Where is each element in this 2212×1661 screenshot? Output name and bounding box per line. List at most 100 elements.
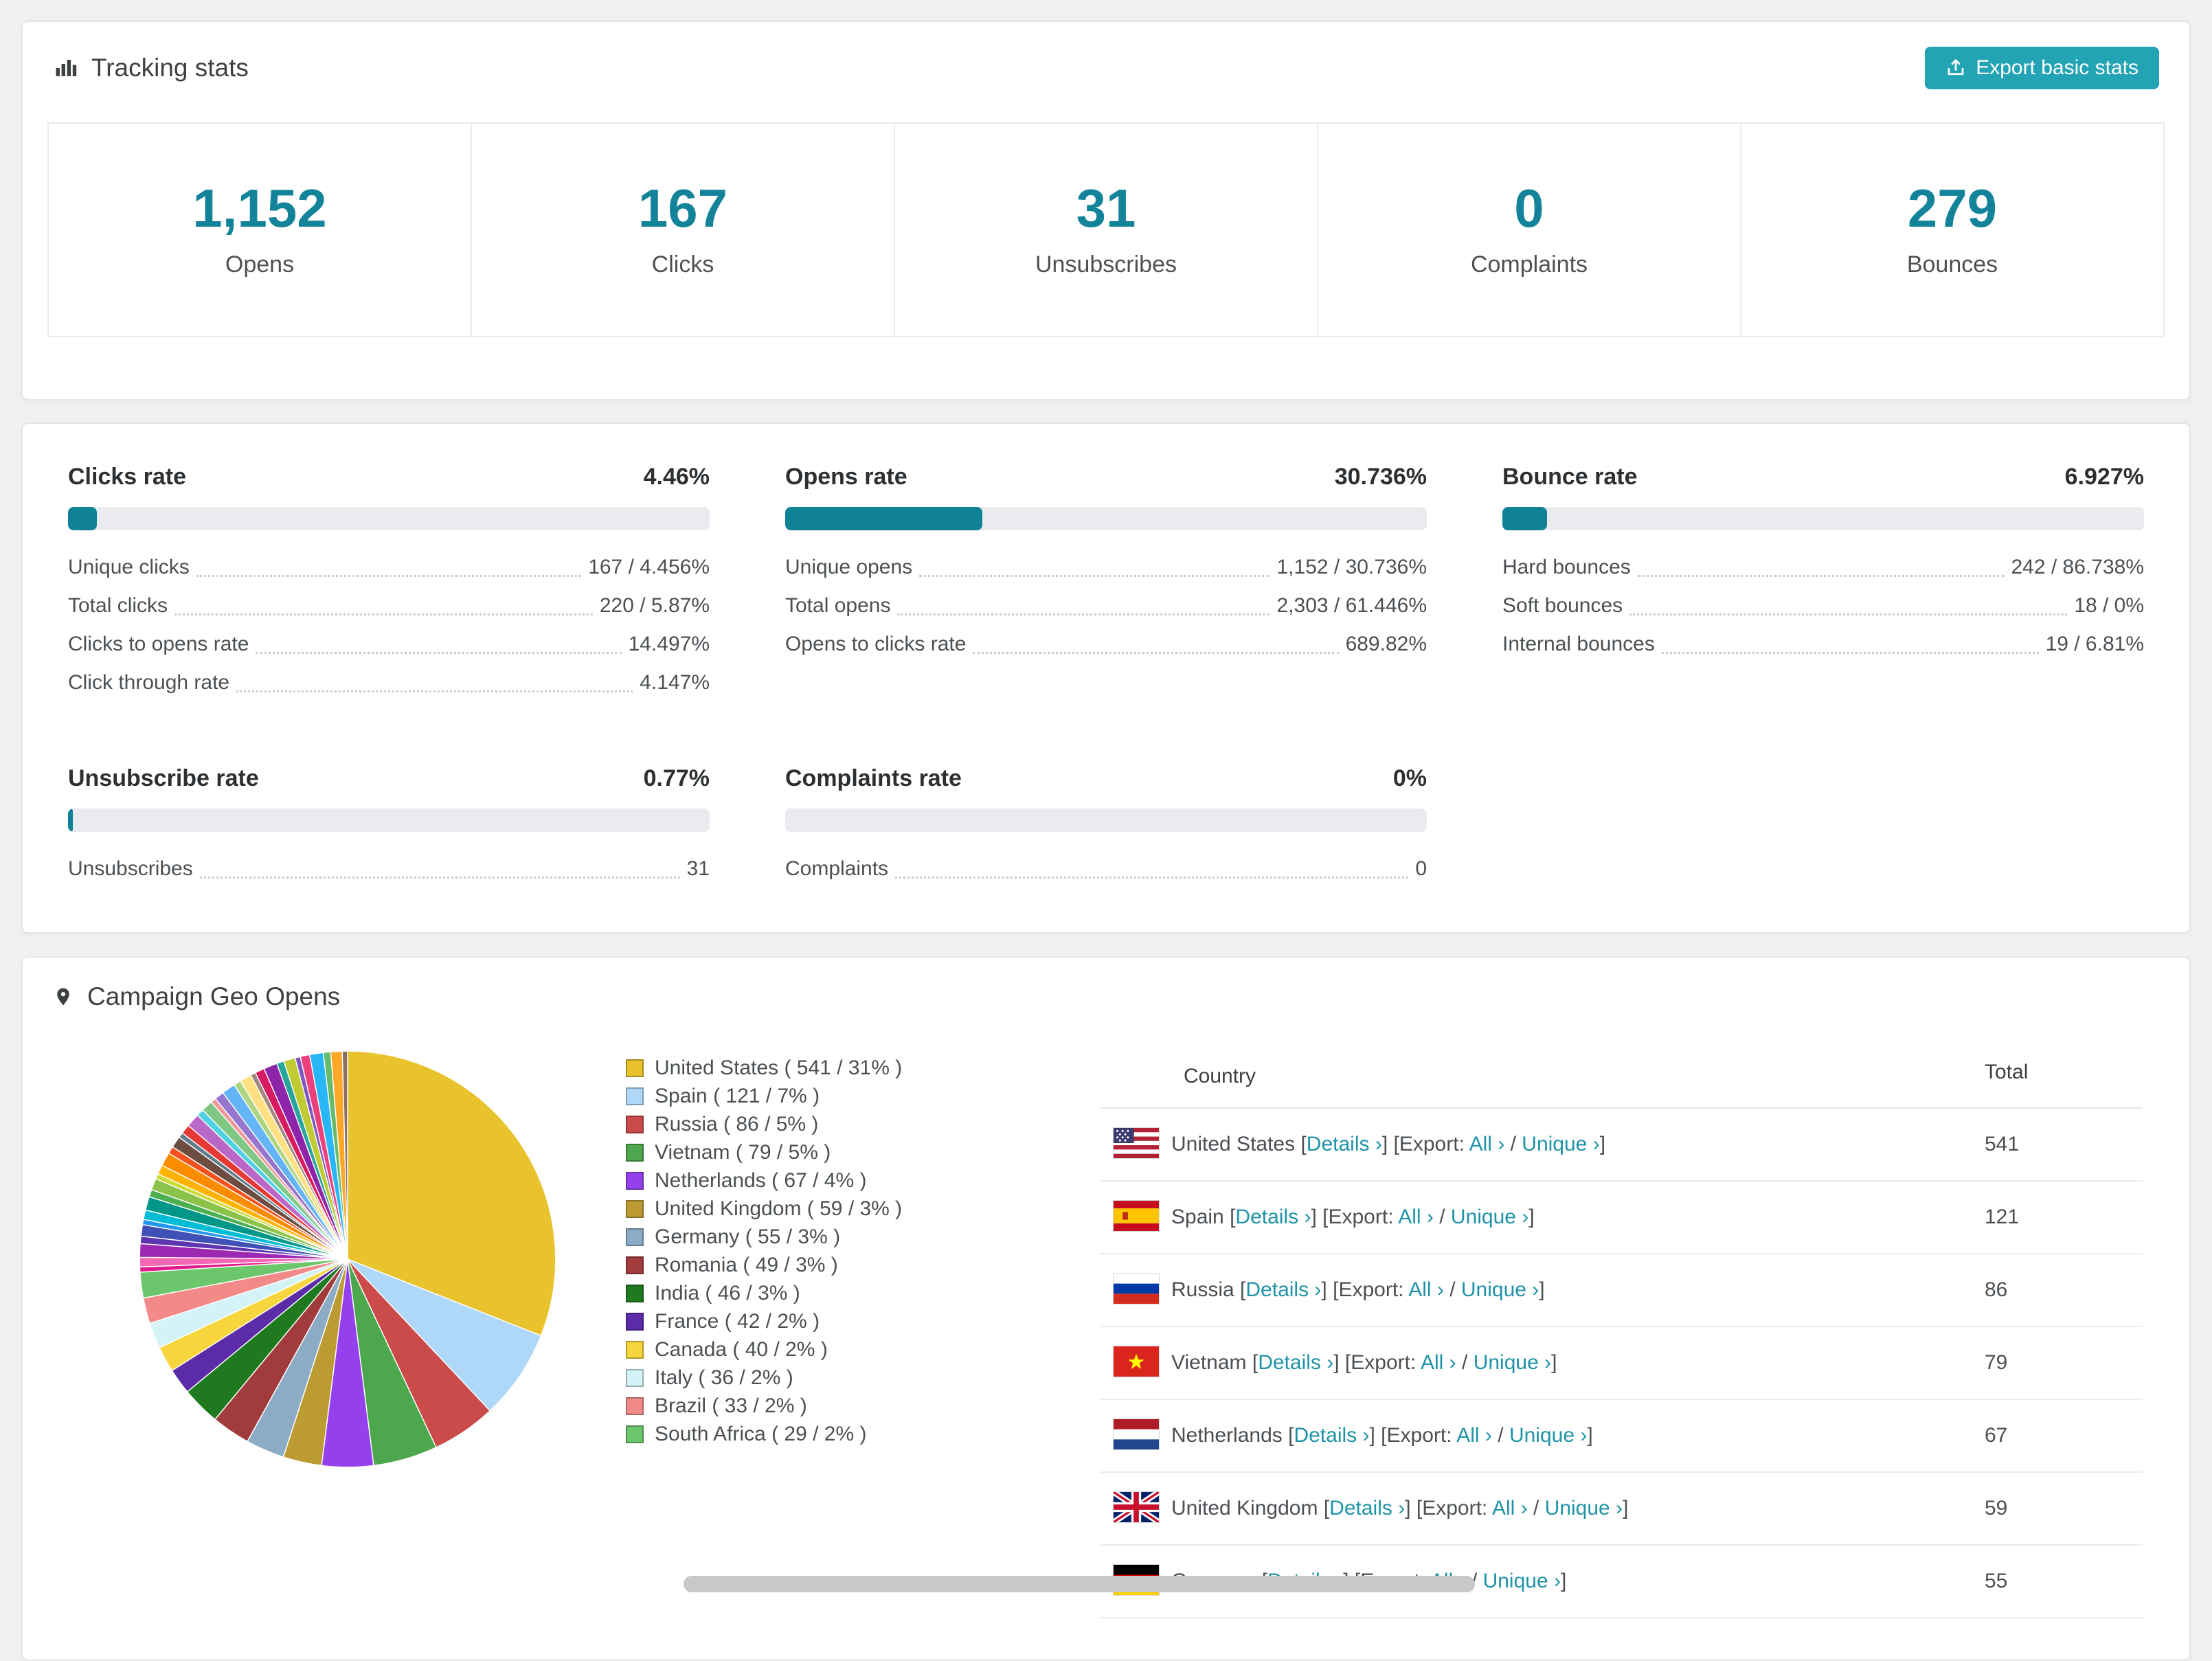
export-unique-link[interactable]: Unique › (1522, 1133, 1599, 1155)
bracket: ] (1321, 1278, 1327, 1301)
export-label: Export: (1351, 1351, 1417, 1374)
unsubscribe-rate-section: Unsubscribe rate 0.77% Unsubscribes 31 (68, 765, 710, 888)
legend-item: Canada ( 40 / 2% ) (626, 1335, 1100, 1364)
stat-complaints: 0 Complaints (1318, 124, 1741, 336)
export-basic-stats-button[interactable]: Export basic stats (1925, 47, 2159, 89)
table-row: Spain [Details ›] [Export: All › / Uniqu… (1100, 1182, 2143, 1254)
rate-stat-row: Unique opens 1,152 / 30.736% (785, 548, 1427, 587)
geo-pie-chart[interactable] (135, 1047, 560, 1471)
bracket: ] (1528, 1206, 1535, 1228)
separator: / (1510, 1133, 1516, 1155)
legend-swatch (626, 1340, 644, 1359)
export-unique-link[interactable]: Unique › (1509, 1424, 1587, 1447)
legend-item: Brazil ( 33 / 2% ) (626, 1392, 1100, 1420)
export-unique-link[interactable]: Unique › (1474, 1351, 1551, 1374)
export-all-link[interactable]: All › (1456, 1424, 1492, 1447)
details-link[interactable]: Details › (1258, 1351, 1333, 1374)
stat-label: Opens (225, 251, 295, 278)
country-header: Country (1184, 1065, 1256, 1087)
details-link[interactable]: Details › (1235, 1206, 1311, 1228)
bracket: ] (1311, 1206, 1317, 1228)
stat-row-value: 242 / 86.738% (2011, 556, 2145, 578)
rates-card: Clicks rate 4.46% Unique clicks 167 / 4.45… (21, 422, 2191, 934)
export-unique-link[interactable]: Unique › (1451, 1206, 1528, 1228)
legend-item: Germany ( 55 / 3% ) (626, 1223, 1100, 1251)
legend-label: India ( 46 / 3% ) (655, 1282, 800, 1304)
export-label: Export: (1328, 1206, 1394, 1228)
legend-swatch (626, 1199, 644, 1218)
stat-row-label: Total opens (785, 594, 891, 617)
country-cell: United Kingdom [Details ›] [Export: All … (1100, 1489, 1985, 1525)
rate-title: Clicks rate (68, 464, 186, 490)
export-button-label: Export basic stats (1976, 56, 2138, 79)
table-row: Russia [Details ›] [Export: All › / Uniq… (1100, 1254, 2143, 1327)
horizontal-scrollbar-thumb[interactable] (684, 1576, 1475, 1592)
legend-swatch (626, 1228, 644, 1246)
legend-item: India ( 46 / 3% ) (626, 1279, 1100, 1307)
details-link[interactable]: Details › (1245, 1278, 1321, 1301)
progress-bar (68, 809, 710, 832)
stat-row-label: Unique clicks (68, 556, 190, 578)
separator: / (1498, 1424, 1504, 1447)
rate-stat-row: Opens to clicks rate 689.82% (785, 625, 1427, 664)
tracking-stats-title: Tracking stats (53, 54, 249, 82)
bounce-rate-section: Bounce rate 6.927% Hard bounces 242 / 86.7… (1502, 464, 2144, 702)
details-link[interactable]: Details › (1307, 1133, 1382, 1155)
country-cell: United States [Details ›] [Export: All ›… (1100, 1128, 1985, 1160)
rate-title: Complaints rate (785, 765, 962, 791)
export-label: Export: (1338, 1278, 1404, 1301)
geo-content: United States ( 541 / 31% ) Spain ( 121 … (23, 1030, 2189, 1660)
legend-swatch (626, 1312, 644, 1331)
export-all-link[interactable]: All › (1421, 1351, 1456, 1374)
tracking-stats-title-text: Tracking stats (91, 54, 249, 82)
country-name: Netherlands (1171, 1424, 1283, 1447)
bracket: ] (1623, 1497, 1629, 1519)
bracket: ] (1599, 1133, 1606, 1155)
stat-clicks: 167 Clicks (472, 124, 895, 336)
progress-fill (68, 809, 74, 832)
stat-row-label: Unsubscribes (68, 857, 193, 880)
legend-label: Brazil ( 33 / 2% ) (655, 1394, 807, 1417)
bar-chart-icon (53, 56, 78, 80)
flag-vn-icon (1114, 1346, 1159, 1377)
geo-opens-title: Campaign Geo Opens (53, 982, 340, 1011)
export-all-link[interactable]: All › (1398, 1206, 1434, 1228)
details-link[interactable]: Details › (1294, 1424, 1369, 1447)
dotted-leader (895, 877, 1409, 879)
bracket: [ (1300, 1133, 1307, 1155)
rate-stat-row: Clicks to opens rate 14.497% (68, 625, 710, 664)
export-label: Export: (1399, 1133, 1465, 1155)
table-row: United Kingdom [Details ›] [Export: All … (1100, 1473, 2143, 1546)
stat-row-label: Soft bounces (1502, 594, 1623, 617)
rate-value: 6.927% (2064, 464, 2144, 490)
table-header-row: Country Total (1100, 1047, 2143, 1109)
legend-swatch (626, 1284, 644, 1302)
details-link[interactable]: Details › (1329, 1497, 1405, 1519)
legend-label: United Kingdom ( 59 / 3% ) (655, 1197, 903, 1220)
bracket: [ (1416, 1497, 1423, 1519)
legend-swatch (626, 1397, 644, 1415)
stat-row-value: 220 / 5.87% (599, 594, 710, 617)
progress-bar (68, 507, 710, 530)
stat-unsubscribes: 31 Unsubscribes (895, 124, 1318, 336)
export-all-link[interactable]: All › (1408, 1278, 1444, 1301)
export-all-link[interactable]: All › (1492, 1497, 1528, 1519)
export-unique-link[interactable]: Unique › (1461, 1278, 1539, 1301)
legend-label: Vietnam ( 79 / 5% ) (655, 1141, 831, 1164)
stat-row-value: 31 (686, 857, 710, 880)
progress-bar (1502, 507, 2144, 530)
country-cell: Russia [Details ›] [Export: All › / Uniq… (1100, 1274, 1985, 1306)
export-unique-link[interactable]: Unique › (1545, 1497, 1623, 1519)
export-all-link[interactable]: All › (1469, 1133, 1505, 1155)
legend-swatch (626, 1256, 644, 1274)
total-cell: 79 (1985, 1351, 2008, 1374)
country-name: Russia (1171, 1278, 1234, 1301)
total-cell: 67 (1985, 1424, 2008, 1447)
stat-row-value: 19 / 6.81% (2045, 633, 2144, 655)
rate-value: 0.77% (643, 765, 710, 791)
export-unique-link[interactable]: Unique › (1483, 1570, 1561, 1592)
stat-opens: 1,152 Opens (49, 124, 472, 336)
stats-summary-row: 1,152 Opens 167 Clicks 31 Unsubscribes 0… (47, 122, 2165, 337)
dotted-leader (196, 575, 582, 577)
legend-item: Romania ( 49 / 3% ) (626, 1251, 1100, 1279)
